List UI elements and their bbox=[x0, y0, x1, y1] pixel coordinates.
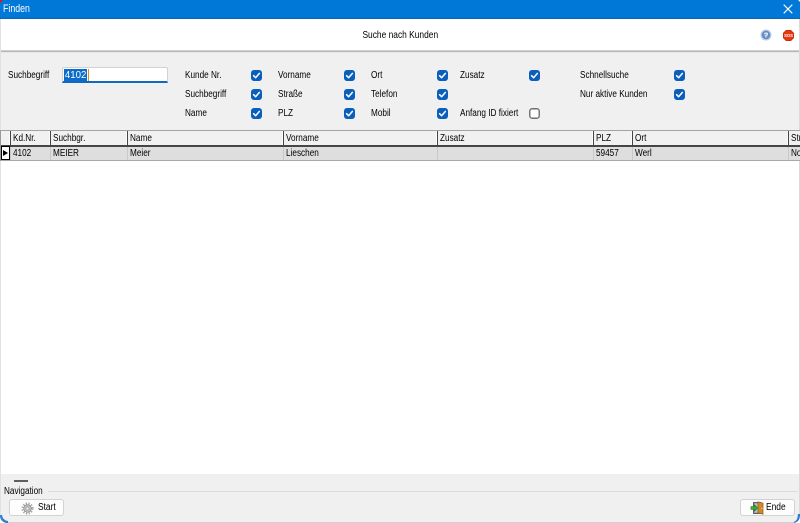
svg-text:SOS: SOS bbox=[784, 33, 793, 38]
svg-text:?: ? bbox=[764, 31, 769, 40]
